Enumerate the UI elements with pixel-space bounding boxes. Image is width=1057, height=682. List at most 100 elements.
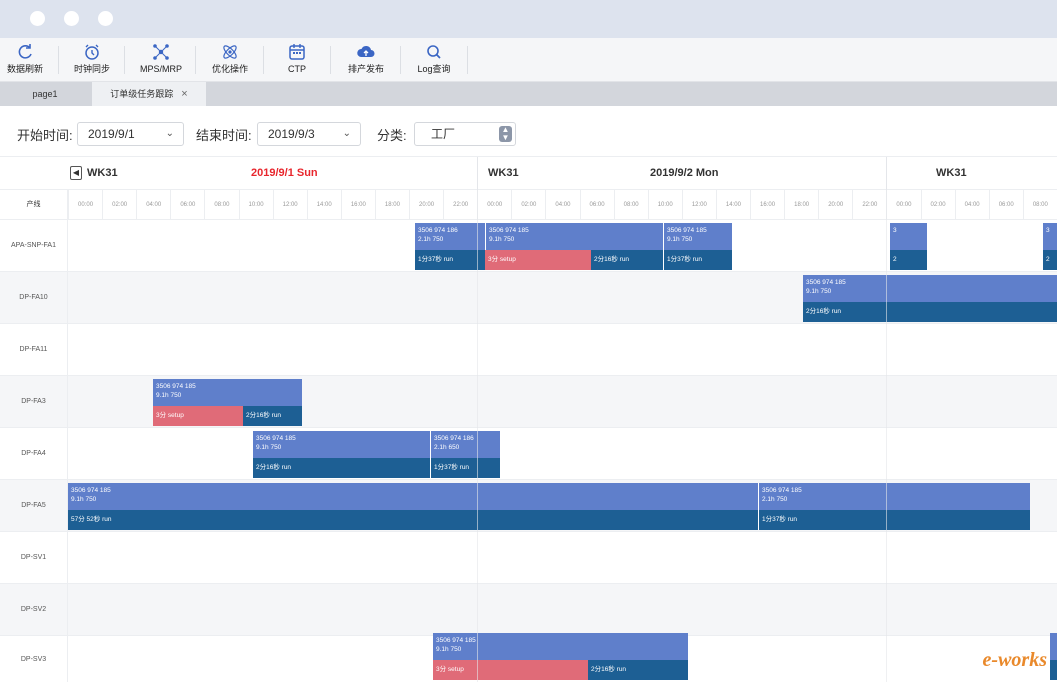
hour-tick-label: 16:00: [340, 190, 375, 220]
row-label: DP-SV3: [0, 636, 68, 682]
publish-schedule-label: 排产发布: [347, 64, 384, 74]
search-icon: [427, 45, 441, 59]
window-minimize-dot[interactable]: [64, 11, 79, 26]
task-bar-header: 3: [1043, 223, 1057, 250]
hour-tick-label: 02:00: [511, 190, 545, 220]
task-qty: 9.1h 750: [806, 288, 832, 295]
day-divider: [477, 190, 478, 682]
task-bar[interactable]: 3506 974 185 9.1h 750 3506 974 186 2.1h …: [253, 431, 500, 478]
row-label: DP-SV2: [0, 584, 68, 635]
run-segment: [1050, 660, 1057, 680]
task-bar-header: 3: [890, 223, 927, 250]
hour-tick-label: 04:00: [136, 190, 170, 220]
run-segment: 2分16秒 run: [243, 406, 302, 426]
task-qty: 9.1h 750: [436, 646, 462, 653]
ctp-label: CTP: [288, 64, 306, 74]
gantt-row: DP-SV3 3506 974 185 9.1h 750 3分 setup 2分…: [0, 633, 1057, 682]
task-bar-header: 3506 974 185 9.1h 750: [803, 275, 1057, 302]
end-time-select[interactable]: 2019/9/3 ⌄: [257, 122, 361, 146]
gantt-row: DP-FA4 3506 974 185 9.1h 750 3506 974 18…: [0, 428, 1057, 480]
stepper-arrows-icon: ▲ ▼: [499, 126, 512, 142]
start-time-select[interactable]: 2019/9/1 ⌄: [77, 122, 184, 146]
row-label: DP-SV1: [0, 532, 68, 583]
category-label: 分类:: [377, 128, 407, 143]
task-order: 3506 974 185: [156, 383, 196, 390]
tab-page1-label: page1: [32, 89, 58, 99]
tab-order-task-tracking-label: 订单级任务跟踪: [110, 89, 174, 99]
task-bar[interactable]: 3506 974 185 9.1h 750 3分 setup 2分16秒 run: [433, 633, 688, 680]
hour-tick-label: 04:00: [954, 190, 989, 220]
task-qty: 9.1h 750: [156, 392, 182, 399]
tab-close-icon[interactable]: ×: [181, 88, 187, 100]
run-segment: 2分16秒 run: [588, 660, 688, 680]
hour-tick-label: 16:00: [750, 190, 784, 220]
toolbar-divider: [400, 46, 401, 74]
publish-schedule-button[interactable]: 排产发布: [346, 42, 386, 78]
refresh-data-label: 数据刷新: [6, 64, 43, 74]
tab-order-task-tracking[interactable]: 订单级任务跟踪 ×: [92, 82, 206, 106]
toolbar-divider: [263, 46, 264, 74]
hour-tick-label: 14:00: [306, 190, 341, 220]
optimize-button[interactable]: 优化操作: [210, 42, 250, 78]
log-query-button[interactable]: Log查询: [414, 42, 454, 78]
toolbar-divider: [330, 46, 331, 74]
chevron-down-icon: ⌄: [165, 128, 174, 139]
setup-segment: 3分 setup: [485, 250, 591, 270]
task-order: 3506 974 185: [806, 279, 846, 286]
refresh-data-button[interactable]: 数据刷新: [6, 42, 44, 78]
gantt-row: DP-SV2: [0, 584, 1057, 636]
network-icon: [153, 44, 169, 60]
run-segment: 2分16秒 run: [591, 250, 663, 270]
row-label: DP-FA5: [0, 480, 68, 531]
task-bar[interactable]: 3 2: [1043, 223, 1057, 270]
clock-sync-button[interactable]: 时钟同步: [72, 42, 112, 78]
start-time-label: 开始时间:: [17, 128, 73, 143]
day-divider: [477, 157, 478, 190]
hour-tick-label: 18:00: [374, 190, 409, 220]
hour-tick-label: 22:00: [852, 190, 886, 220]
cloud-upload-icon: [357, 45, 375, 57]
task-qty: 9.1h 750: [489, 236, 515, 243]
task-bar[interactable]: 3506 974 185 9.1h 750 2分16秒 run: [803, 275, 1057, 322]
task-bar[interactable]: 3506 974 185 9.1h 750 3分 setup 2分16秒 run: [153, 379, 302, 426]
ctp-button[interactable]: CTP: [280, 42, 314, 78]
row-label: APA-SNP-FA1: [0, 220, 68, 271]
run-segment: 1分37秒 run: [663, 250, 732, 270]
eworks-watermark-logo: e-works: [982, 649, 1047, 671]
hour-tick-label: 04:00: [545, 190, 579, 220]
task-qty: 2.1h 650: [434, 444, 460, 451]
category-select[interactable]: 工厂 ▲ ▼: [414, 122, 516, 146]
chevron-down-icon: ⌄: [342, 128, 351, 139]
hour-tick-label: 20:00: [818, 190, 852, 220]
hour-tick-label: 18:00: [784, 190, 818, 220]
task-bar[interactable]: 3 2: [890, 223, 927, 270]
window-close-dot[interactable]: [30, 11, 45, 26]
run-segment: 2: [890, 250, 927, 270]
hour-tick-label: 02:00: [102, 190, 136, 220]
task-qty: 9.1h 750: [667, 236, 693, 243]
window-zoom-dot[interactable]: [98, 11, 113, 26]
task-bar-header: 3506 974 185 9.1h 750: [485, 223, 663, 250]
gantt-row: APA-SNP-FA1 3506 974 186 2.1h 750 3506 9…: [0, 220, 1057, 272]
gantt-row: DP-FA5 3506 974 185 9.1h 750 3506 974 18…: [0, 480, 1057, 532]
task-order: 3: [1046, 227, 1050, 234]
tab-page1[interactable]: page1: [0, 82, 90, 106]
task-bar[interactable]: 3506 974 186 2.1h 750 3506 974 185 9.1h …: [415, 223, 732, 270]
run-segment: 1分37秒 run: [758, 510, 1030, 530]
hour-tick-label: 06:00: [988, 190, 1023, 220]
gantt-header-hours: 产线 00:00 02:00 04:00 06:00 08:00 10:00 12:00 14…: [0, 190, 1057, 220]
hour-tick-label: 10:00: [238, 190, 273, 220]
gantt-header-days: ◀ WK31 2019/9/1 Sun WK31 2019/9/2 Mon WK…: [0, 157, 1057, 190]
mps-mrp-button[interactable]: MPS/MRP: [138, 42, 184, 78]
hour-tick-label: 06:00: [170, 190, 204, 220]
task-order: 3: [893, 227, 897, 234]
task-bar-header: 3506 974 185 2.1h 750: [758, 483, 1030, 510]
mps-mrp-label: MPS/MRP: [139, 64, 182, 74]
prev-arrow-icon[interactable]: ◀: [70, 166, 82, 180]
week-label: WK31: [936, 167, 967, 179]
toolbar-divider: [58, 46, 59, 74]
day-label: 2019/9/2 Mon: [650, 167, 719, 179]
refresh-icon: [18, 44, 32, 59]
toolbar-divider: [467, 46, 468, 74]
task-bar[interactable]: [1050, 633, 1057, 680]
